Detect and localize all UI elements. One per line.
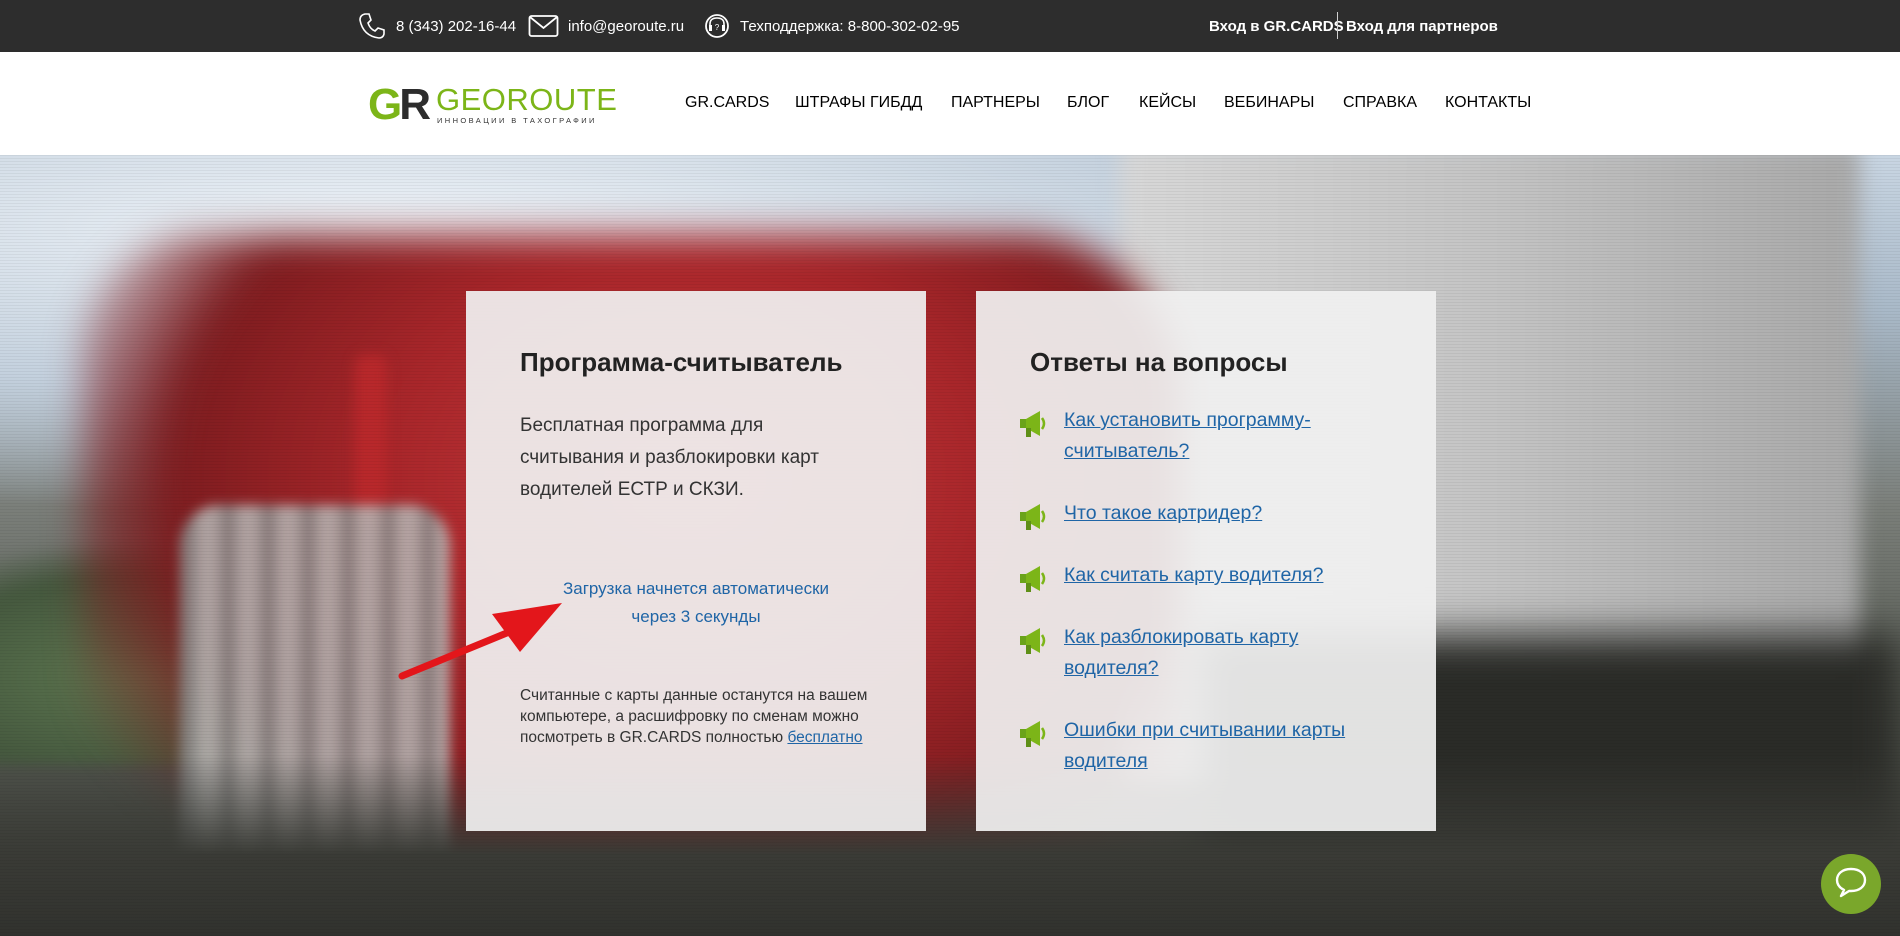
logo-mark-r: R: [399, 80, 431, 129]
login-partners-link[interactable]: Вход для партнеров: [1346, 0, 1498, 52]
support-phone[interactable]: Техподдержка: 8-800-302-02-95: [740, 18, 960, 35]
site-header: GR GEOROUTE ИННОВАЦИИ В ТАХОГРАФИИ: [0, 52, 1900, 155]
faq-item[interactable]: Как считать карту водителя?: [1018, 560, 1398, 594]
faq-link-read-errors[interactable]: Ошибки при считывании карты водителя: [1064, 715, 1398, 777]
hero-background: [0, 155, 1900, 936]
reader-card-title: Программа-считыватель: [520, 347, 843, 377]
phone-icon: [357, 11, 387, 41]
nav-blog[interactable]: БЛОГ: [1067, 94, 1109, 112]
nav-webinars[interactable]: ВЕБИНАРЫ: [1224, 94, 1314, 112]
megaphone-icon: [1018, 717, 1050, 749]
email-contact[interactable]: info@georoute.ru: [528, 0, 684, 52]
headset-icon: ?: [703, 12, 731, 40]
chat-bubble-icon: [1834, 866, 1868, 903]
free-link[interactable]: бесплатно: [787, 729, 862, 746]
faq-card-title: Ответы на вопросы: [1030, 347, 1288, 377]
logo-tagline: ИННОВАЦИИ В ТАХОГРАФИИ: [437, 116, 597, 125]
topbar-divider: [1337, 12, 1338, 39]
hero-scanlines: [0, 155, 1900, 936]
top-bar: 8 (343) 202-16-44 info@georoute.ru ? Тех…: [0, 0, 1900, 52]
georoute-logo[interactable]: GR GEOROUTE ИННОВАЦИИ В ТАХОГРАФИИ: [368, 80, 617, 129]
reader-card-note: Считанные с карты данные останутся на ва…: [520, 685, 890, 748]
download-countdown-line2[interactable]: через 3 секунды: [536, 603, 856, 631]
megaphone-icon: [1018, 500, 1050, 532]
phone-number[interactable]: 8 (343) 202-16-44: [396, 18, 516, 35]
chat-widget-button[interactable]: [1821, 854, 1881, 914]
logo-mark-g: G: [368, 80, 402, 129]
faq-item[interactable]: Как установить программу-считыватель?: [1018, 405, 1398, 467]
nav-grcards[interactable]: GR.CARDS: [685, 94, 769, 112]
login-partners-label[interactable]: Вход для партнеров: [1346, 18, 1498, 35]
reader-card-description: Бесплатная программа для считывания и ра…: [520, 415, 819, 500]
envelope-icon: [528, 14, 559, 38]
login-grcards-link[interactable]: Вход в GR.CARDS: [1209, 0, 1344, 52]
nav-help[interactable]: СПРАВКА: [1343, 94, 1417, 112]
megaphone-icon: [1018, 624, 1050, 656]
download-countdown-link[interactable]: Загрузка начнется автоматически через 3 …: [536, 575, 856, 631]
faq-link-read-card[interactable]: Как считать карту водителя?: [1064, 560, 1323, 594]
reader-program-card: Программа-считыватель Бесплатная програм…: [466, 291, 926, 831]
login-grcards-label[interactable]: Вход в GR.CARDS: [1209, 18, 1344, 35]
nav-contacts[interactable]: КОНТАКТЫ: [1445, 94, 1531, 112]
support-contact[interactable]: ? Техподдержка: 8-800-302-02-95: [703, 0, 960, 52]
nav-fines[interactable]: ШТРАФЫ ГИБДД: [795, 94, 922, 112]
svg-text:?: ?: [715, 23, 720, 32]
faq-link-unlock-card[interactable]: Как разблокировать карту водителя?: [1064, 622, 1398, 684]
nav-partners[interactable]: ПАРТНЕРЫ: [951, 94, 1040, 112]
megaphone-icon: [1018, 407, 1050, 439]
nav-cases[interactable]: КЕЙСЫ: [1139, 94, 1196, 112]
faq-link-install-reader[interactable]: Как установить программу-считыватель?: [1064, 405, 1398, 467]
megaphone-icon: [1018, 562, 1050, 594]
logo-name: GEOROUTE: [436, 82, 618, 117]
faq-item[interactable]: Что такое картридер?: [1018, 498, 1398, 532]
download-countdown-line1[interactable]: Загрузка начнется автоматически: [536, 575, 856, 603]
phone-contact[interactable]: 8 (343) 202-16-44: [357, 0, 516, 52]
red-arrow-icon: [396, 596, 566, 686]
faq-link-card-reader[interactable]: Что такое картридер?: [1064, 498, 1262, 532]
faq-item[interactable]: Ошибки при считывании карты водителя: [1018, 715, 1398, 777]
logo-mark: GR: [368, 80, 431, 129]
faq-card: Ответы на вопросы Как установить програм…: [976, 291, 1436, 831]
email-address[interactable]: info@georoute.ru: [568, 18, 684, 35]
faq-item[interactable]: Как разблокировать карту водителя?: [1018, 622, 1398, 684]
